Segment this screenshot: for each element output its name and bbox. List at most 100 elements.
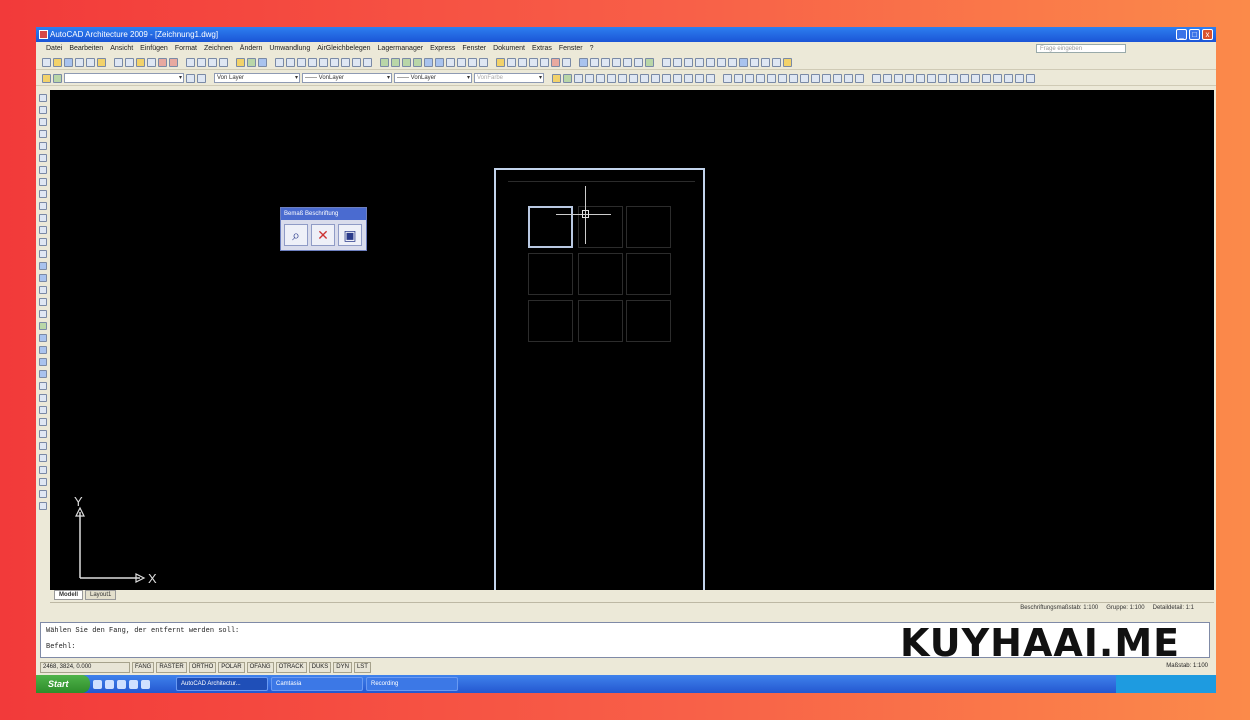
grid-toggle[interactable]: RASTER <box>156 661 187 673</box>
tool-palettes-icon[interactable] <box>258 57 267 67</box>
gradient-icon[interactable] <box>39 274 47 282</box>
tab-layout1[interactable]: Layout1 <box>85 590 117 600</box>
design-center-icon[interactable] <box>247 57 256 67</box>
polygon-icon[interactable] <box>39 130 47 138</box>
stretch-tool-icon[interactable] <box>39 418 47 426</box>
snap-midpoint-icon[interactable] <box>734 73 743 83</box>
snap-node-icon[interactable] <box>822 73 831 83</box>
menu-manager[interactable]: Lagermanager <box>378 42 424 55</box>
copy-tool-icon[interactable] <box>39 334 47 342</box>
quicklaunch-ie-icon[interactable] <box>93 679 102 689</box>
menu-modify[interactable]: Ändern <box>240 42 263 55</box>
dim-linear-icon[interactable] <box>275 57 284 67</box>
line-icon[interactable] <box>39 94 47 102</box>
properties-icon[interactable] <box>236 57 245 67</box>
osnap-toggle[interactable]: OFANG <box>246 661 274 673</box>
ortho-toggle[interactable]: ORTHO <box>188 661 217 673</box>
open-icon[interactable] <box>53 57 62 67</box>
offset-icon[interactable] <box>905 73 914 83</box>
window-tool-icon[interactable] <box>402 57 411 67</box>
text-draw-icon[interactable] <box>39 310 47 318</box>
lwt-toggle[interactable]: LST <box>353 661 371 673</box>
help-icon[interactable] <box>783 57 792 67</box>
door-glass-pane[interactable] <box>578 253 623 295</box>
table-icon[interactable] <box>695 73 704 83</box>
unisolate-icon[interactable] <box>540 57 549 67</box>
trim-icon[interactable] <box>971 73 980 83</box>
zoom-window-icon[interactable] <box>208 57 217 67</box>
new-icon[interactable] <box>42 57 51 67</box>
ellipse-icon[interactable] <box>39 202 47 210</box>
menu-window-a[interactable]: Fenster <box>462 42 486 55</box>
polar-toggle[interactable]: POLAR <box>218 661 245 673</box>
materials-icon[interactable] <box>590 57 599 67</box>
mirror-tool-icon[interactable] <box>39 346 47 354</box>
lights-icon[interactable] <box>601 57 610 67</box>
array-icon[interactable] <box>916 73 925 83</box>
floating-toolbar[interactable]: Bemaß Beschriftung ⌕ ✕ ▣ <box>280 207 367 251</box>
menu-express[interactable]: Express <box>430 42 455 55</box>
ucs-object-icon[interactable] <box>706 57 715 67</box>
region-draw-icon[interactable] <box>39 286 47 294</box>
door-glass-pane[interactable] <box>528 253 573 295</box>
space-tool-icon[interactable] <box>468 57 477 67</box>
mtext-icon[interactable] <box>706 73 715 83</box>
publish-icon[interactable] <box>97 57 106 67</box>
snap-nearest-icon[interactable] <box>833 73 842 83</box>
ellipse-arc-icon[interactable] <box>39 214 47 222</box>
start-button[interactable]: Start <box>36 675 90 693</box>
stretch-icon[interactable] <box>960 73 969 83</box>
make-current-icon[interactable] <box>186 73 195 83</box>
menu-architecture[interactable]: AirGleichbelegen <box>317 42 370 55</box>
snap-intersection-icon[interactable] <box>745 73 754 83</box>
snap-none-icon[interactable] <box>844 73 853 83</box>
move-icon[interactable] <box>927 73 936 83</box>
roof-tool-icon[interactable] <box>446 57 455 67</box>
array-tool-icon[interactable] <box>39 370 47 378</box>
scale-tool-icon[interactable] <box>39 406 47 414</box>
draw-ellipse-icon[interactable] <box>629 73 638 83</box>
dim-radius-icon[interactable] <box>319 57 328 67</box>
hatch-icon[interactable] <box>673 73 682 83</box>
rotate-tool-icon[interactable] <box>39 394 47 402</box>
block-insert-icon[interactable] <box>39 226 47 234</box>
snap-center-icon[interactable] <box>756 73 765 83</box>
front-view-icon[interactable] <box>761 57 770 67</box>
top-view-icon[interactable] <box>750 57 759 67</box>
ucs-origin-icon[interactable] <box>728 57 737 67</box>
color-combo[interactable]: Von Layer <box>214 73 300 83</box>
door-glass-pane[interactable] <box>626 300 671 342</box>
ducs-toggle[interactable]: DUKS <box>308 661 332 673</box>
match-properties-icon[interactable] <box>147 57 156 67</box>
render-icon[interactable] <box>579 57 588 67</box>
maximize-button[interactable]: □ <box>1189 29 1200 40</box>
slab-tool-icon[interactable] <box>457 57 466 67</box>
dim-continue-icon[interactable] <box>363 57 372 67</box>
cut-icon[interactable] <box>114 57 123 67</box>
quicklaunch-media-icon[interactable] <box>117 679 126 689</box>
snap-tangent-icon[interactable] <box>778 73 787 83</box>
lineweight-combo[interactable]: —— VonLayer <box>394 73 472 83</box>
menu-file[interactable]: Datei <box>46 42 62 55</box>
draw-spline-icon[interactable] <box>618 73 627 83</box>
quicklaunch-desktop-icon[interactable] <box>105 679 114 689</box>
ucs-face-icon[interactable] <box>695 57 704 67</box>
freeze-icon[interactable] <box>551 57 560 67</box>
task-camtasia[interactable]: Camtasia <box>271 677 363 691</box>
menu-window-b[interactable]: Fenster <box>559 42 583 55</box>
draw-line-icon[interactable] <box>552 73 561 83</box>
draw-circle-icon[interactable] <box>607 73 616 83</box>
undo-icon[interactable] <box>158 57 167 67</box>
layer-on-icon[interactable] <box>53 73 62 83</box>
snap-toggle[interactable]: FANG <box>132 661 155 673</box>
iso-view-icon[interactable] <box>772 57 781 67</box>
wall-tool-icon[interactable] <box>380 57 389 67</box>
offset-tool-icon[interactable] <box>39 358 47 366</box>
menu-help[interactable]: ? <box>590 42 594 55</box>
menu-document[interactable]: Dokument <box>493 42 525 55</box>
insert-block-icon[interactable] <box>640 73 649 83</box>
copy-icon[interactable] <box>125 57 134 67</box>
walk-icon[interactable] <box>623 57 632 67</box>
explode-tool-icon[interactable] <box>39 502 47 510</box>
layer-combo[interactable] <box>64 73 184 83</box>
